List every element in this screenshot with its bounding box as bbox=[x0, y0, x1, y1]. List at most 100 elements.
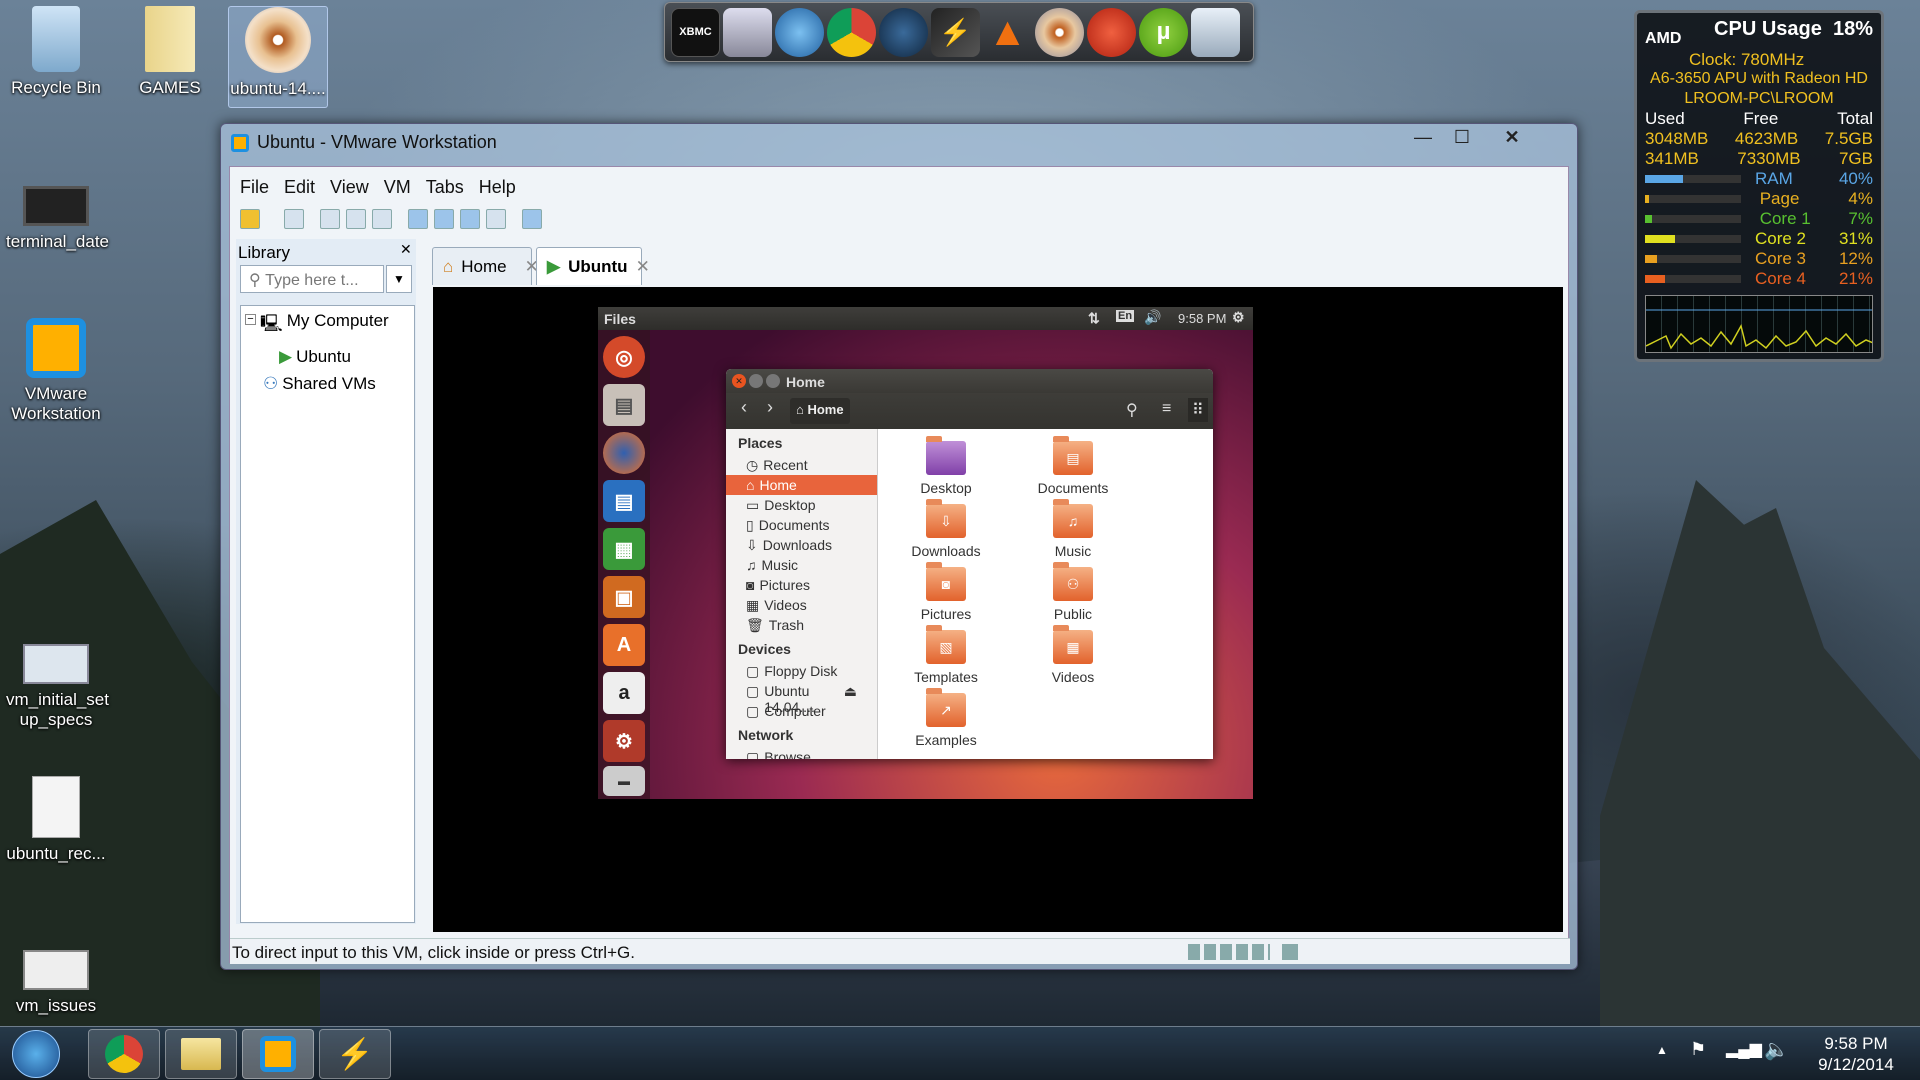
ccleaner-icon[interactable] bbox=[1087, 7, 1136, 57]
menu-view[interactable]: View bbox=[330, 177, 369, 198]
snapshot-icon[interactable] bbox=[320, 209, 340, 229]
desktop-icon-ubuntu-iso[interactable]: ubuntu-14.... bbox=[228, 6, 328, 108]
fm-close-button[interactable]: ✕ bbox=[732, 374, 746, 388]
file-item-pictures[interactable]: ◙ Pictures bbox=[891, 562, 1001, 622]
eject-icon[interactable]: ⏏ bbox=[844, 683, 857, 699]
sidebar-item-ubuntu-14-04-[interactable]: ▢ Ubuntu 14.04.... ⏏ bbox=[726, 681, 877, 715]
search-input[interactable]: Type here t... bbox=[265, 272, 358, 289]
desktop-icon-vm-initial-setup[interactable]: vm_initial_set up_specs bbox=[6, 644, 109, 731]
dvd-drive-icon[interactable]: ▬ bbox=[603, 766, 645, 796]
vm-console[interactable]: Files ⇅ En 🔊 9:58 PM ⚙ ◎ ▤ ▤ ▦ ▣ A a ⚙ ▬… bbox=[433, 287, 1563, 932]
recycle-bin-icon[interactable] bbox=[1191, 7, 1240, 57]
computer-icon[interactable] bbox=[723, 7, 772, 57]
desktop-icon-terminal-date[interactable]: terminal_date bbox=[6, 186, 109, 252]
desktop-icon-vm-issues[interactable]: vm_issues bbox=[6, 950, 106, 1016]
menu-edit[interactable]: Edit bbox=[284, 177, 315, 198]
menu-file[interactable]: File bbox=[240, 177, 269, 198]
panel-clock[interactable]: 9:58 PM bbox=[1178, 311, 1226, 326]
firefox-icon[interactable] bbox=[603, 432, 645, 474]
fullscreen-icon[interactable] bbox=[460, 209, 480, 229]
network-signal-icon[interactable]: ▂▄▆ bbox=[1726, 1039, 1762, 1059]
desktop-icon-vmware[interactable]: VMware Workstation bbox=[6, 318, 106, 425]
file-item-music[interactable]: ♫ Music bbox=[1018, 499, 1128, 559]
sidebar-item-home[interactable]: ⌂ Home bbox=[726, 475, 877, 495]
tree-item-my-computer[interactable]: − 🖳 My Computer bbox=[241, 306, 414, 345]
calc-icon[interactable]: ▦ bbox=[603, 528, 645, 570]
fm-minimize-button[interactable] bbox=[749, 374, 763, 388]
file-item-downloads[interactable]: ⇩ Downloads bbox=[891, 499, 1001, 559]
menu-help[interactable]: Help bbox=[479, 177, 516, 198]
minimize-button[interactable]: — bbox=[1405, 124, 1441, 150]
sidebar-item-downloads[interactable]: ⇩ Downloads bbox=[726, 535, 877, 555]
library-close-icon[interactable]: ✕ bbox=[400, 241, 412, 258]
file-item-public[interactable]: ⚇ Public bbox=[1018, 562, 1128, 622]
library-view-icon[interactable] bbox=[408, 209, 428, 229]
start-button[interactable] bbox=[12, 1030, 60, 1078]
file-item-examples[interactable]: ↗ Examples bbox=[891, 688, 1001, 748]
desktop-icon-games[interactable]: GAMES bbox=[120, 6, 220, 98]
tab-home[interactable]: ⌂ Home ✕ bbox=[432, 247, 539, 285]
search-icon[interactable]: ⚲ bbox=[1126, 400, 1138, 420]
thumbnail-view-icon[interactable] bbox=[434, 209, 454, 229]
close-button[interactable]: ✕ bbox=[1483, 124, 1541, 150]
utorrent-icon[interactable]: µ bbox=[1139, 7, 1188, 57]
amazon-icon[interactable]: a bbox=[603, 672, 645, 714]
sidebar-item-documents[interactable]: ▯ Documents bbox=[726, 515, 877, 535]
pause-icon[interactable] bbox=[240, 209, 260, 229]
file-item-videos[interactable]: ▦ Videos bbox=[1018, 625, 1128, 685]
chrome-icon[interactable] bbox=[827, 7, 876, 57]
tree-item-ubuntu[interactable]: ▶ Ubuntu bbox=[241, 345, 414, 369]
network-transfer-icon[interactable]: ⇅ bbox=[1088, 310, 1100, 327]
file-item-templates[interactable]: ▧ Templates bbox=[891, 625, 1001, 685]
software-center-icon[interactable]: A bbox=[603, 624, 645, 666]
desktop-icon-recycle-bin[interactable]: Recycle Bin bbox=[6, 6, 106, 98]
settings-gear-icon[interactable]: ⚙ bbox=[1232, 309, 1245, 326]
tab-ubuntu[interactable]: ▶ Ubuntu ✕ bbox=[536, 247, 650, 285]
system-settings-icon[interactable]: ⚙ bbox=[603, 720, 645, 762]
volume-icon[interactable]: 🔊 bbox=[1144, 309, 1161, 326]
show-hidden-icons-button[interactable]: ▲ bbox=[1656, 1043, 1668, 1057]
sidebar-item-videos[interactable]: ▦ Videos bbox=[726, 595, 877, 615]
impress-icon[interactable]: ▣ bbox=[603, 576, 645, 618]
tab-close-icon[interactable]: ✕ bbox=[636, 257, 650, 277]
volume-icon[interactable]: 🔈 bbox=[1764, 1037, 1789, 1062]
files-icon[interactable]: ▤ bbox=[603, 384, 645, 426]
system-clock[interactable]: 9:58 PM 9/12/2014 bbox=[1800, 1033, 1912, 1075]
library-search[interactable]: ⚲ Type here t... bbox=[240, 265, 384, 293]
forward-button[interactable]: › bbox=[758, 397, 782, 423]
writer-icon[interactable]: ▤ bbox=[603, 480, 645, 522]
vlc-icon[interactable]: ▲ bbox=[983, 8, 1032, 57]
menu-vm[interactable]: VM bbox=[384, 177, 411, 198]
menu-tabs[interactable]: Tabs bbox=[426, 177, 464, 198]
back-button[interactable]: ‹ bbox=[732, 397, 756, 423]
winamp-icon[interactable]: ⚡ bbox=[931, 7, 980, 57]
sidebar-item-floppy-disk[interactable]: ▢ Floppy Disk bbox=[726, 661, 877, 681]
menu-icon[interactable]: ≡ bbox=[1162, 400, 1171, 418]
snapshot-manager-icon[interactable] bbox=[372, 209, 392, 229]
sidebar-item-trash[interactable]: 🗑 Trash bbox=[726, 615, 877, 635]
desktop-icon-ubuntu-rec[interactable]: ubuntu_rec... bbox=[6, 776, 106, 864]
taskbar-explorer[interactable] bbox=[165, 1029, 237, 1079]
dvd-icon[interactable] bbox=[1035, 7, 1084, 57]
device-status-icons[interactable] bbox=[1188, 944, 1270, 960]
sidebar-item-pictures[interactable]: ◙ Pictures bbox=[726, 575, 877, 595]
sidebar-item-browse-network[interactable]: ▢ Browse Network bbox=[726, 747, 877, 759]
unity-icon[interactable] bbox=[486, 209, 506, 229]
sidebar-item-desktop[interactable]: ▭ Desktop bbox=[726, 495, 877, 515]
search-dropdown-icon[interactable]: ▼ bbox=[386, 265, 412, 293]
network-globe-icon[interactable] bbox=[775, 7, 824, 57]
maximize-button[interactable]: ☐ bbox=[1445, 124, 1479, 150]
sidebar-item-music[interactable]: ♫ Music bbox=[726, 555, 877, 575]
send-ctrl-alt-del-icon[interactable] bbox=[284, 209, 304, 229]
taskbar-winamp[interactable]: ⚡ bbox=[319, 1029, 391, 1079]
file-item-desktop[interactable]: Desktop bbox=[891, 436, 1001, 496]
revert-snapshot-icon[interactable] bbox=[346, 209, 366, 229]
dash-icon[interactable]: ◎ bbox=[603, 336, 645, 378]
taskbar-vmware[interactable] bbox=[242, 1029, 314, 1079]
keyboard-layout[interactable]: En bbox=[1116, 310, 1135, 322]
grid-view-icon[interactable]: ⠿ bbox=[1188, 398, 1208, 422]
file-item-documents[interactable]: ▤ Documents bbox=[1018, 436, 1128, 496]
taskbar-chrome[interactable] bbox=[88, 1029, 160, 1079]
fm-maximize-button[interactable] bbox=[766, 374, 780, 388]
sidebar-item-computer[interactable]: ▢ Computer bbox=[726, 701, 877, 721]
